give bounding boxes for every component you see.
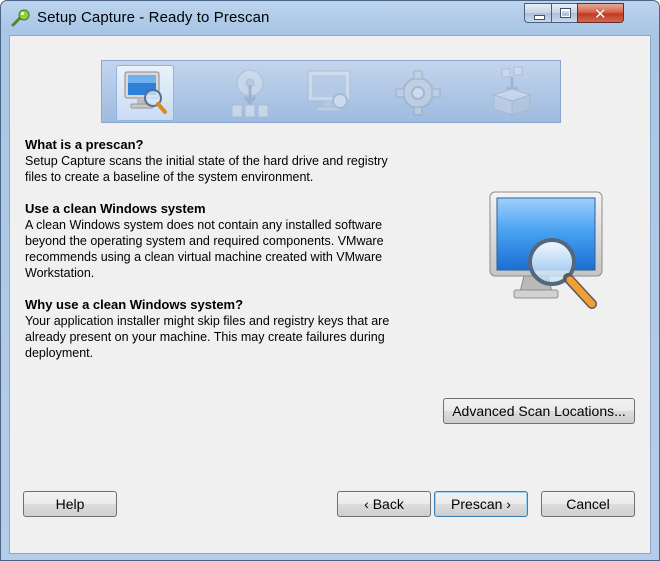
close-icon: ✕ [594,6,607,23]
why-clean-heading: Why use a clean Windows system? [25,297,244,312]
close-button[interactable]: ✕ [577,3,624,23]
prescan-description-line-1: Setup Capture scans the initial state of… [25,154,388,168]
why-clean-line-2: already present on your machine. This ma… [25,330,385,344]
prescan-description: Setup Capture scans the initial state of… [25,153,425,185]
clean-system-heading: Use a clean Windows system [25,201,206,216]
why-clean-line-1: Your application installer might skip fi… [25,314,390,328]
cancel-button[interactable]: Cancel [541,491,635,517]
prescan-heading: What is a prescan? [25,137,144,152]
disc-install-icon [231,69,269,118]
cancel-label: Cancel [566,496,610,512]
step-install [222,65,280,121]
why-clean-description: Your application installer might skip fi… [25,313,425,361]
monitor-icon [307,70,351,112]
clean-system-line-3: recommends using a clean virtual machine… [25,250,383,264]
prescan-description-line-2: files to create a baseline of the system… [25,170,314,184]
wizard-body: What is a prescan? Setup Capture scans t… [9,35,651,554]
step-postscan [302,65,360,121]
title-bar[interactable]: Setup Capture - Ready to Prescan ✕ [1,1,659,35]
minimize-icon [534,15,545,20]
help-button[interactable]: Help [23,491,117,517]
monitor-magnifier-icon [124,71,167,114]
maximize-button[interactable] [551,3,578,23]
advanced-scan-locations-label: Advanced Scan Locations... [452,403,626,419]
clean-system-line-4: Workstation. [25,266,95,280]
clean-system-line-2: beyond the operating system and required… [25,234,384,248]
step-build [484,65,542,121]
monitor-scan-icon [489,191,603,309]
setup-capture-window: Setup Capture - Ready to Prescan ✕ What … [0,0,660,561]
why-clean-line-3: deployment. [25,346,94,360]
advanced-scan-locations-button[interactable]: Advanced Scan Locations... [443,398,635,424]
step-prescan [116,65,174,121]
window-title: Setup Capture - Ready to Prescan [37,9,270,26]
step-configure [390,65,448,121]
clean-system-line-1: A clean Windows system does not contain … [25,218,383,232]
gear-icon [395,70,441,116]
back-button[interactable]: ‹ Back [337,491,431,517]
back-label: ‹ Back [364,496,404,512]
prescan-label: Prescan › [451,496,511,512]
app-icon [11,9,30,27]
maximize-icon [560,8,571,18]
prescan-button[interactable]: Prescan › [434,491,528,517]
minimize-button[interactable] [524,3,552,23]
help-label: Help [55,496,85,512]
clean-system-description: A clean Windows system does not contain … [25,217,425,281]
wizard-step-banner [101,60,561,123]
package-box-icon [492,66,532,116]
